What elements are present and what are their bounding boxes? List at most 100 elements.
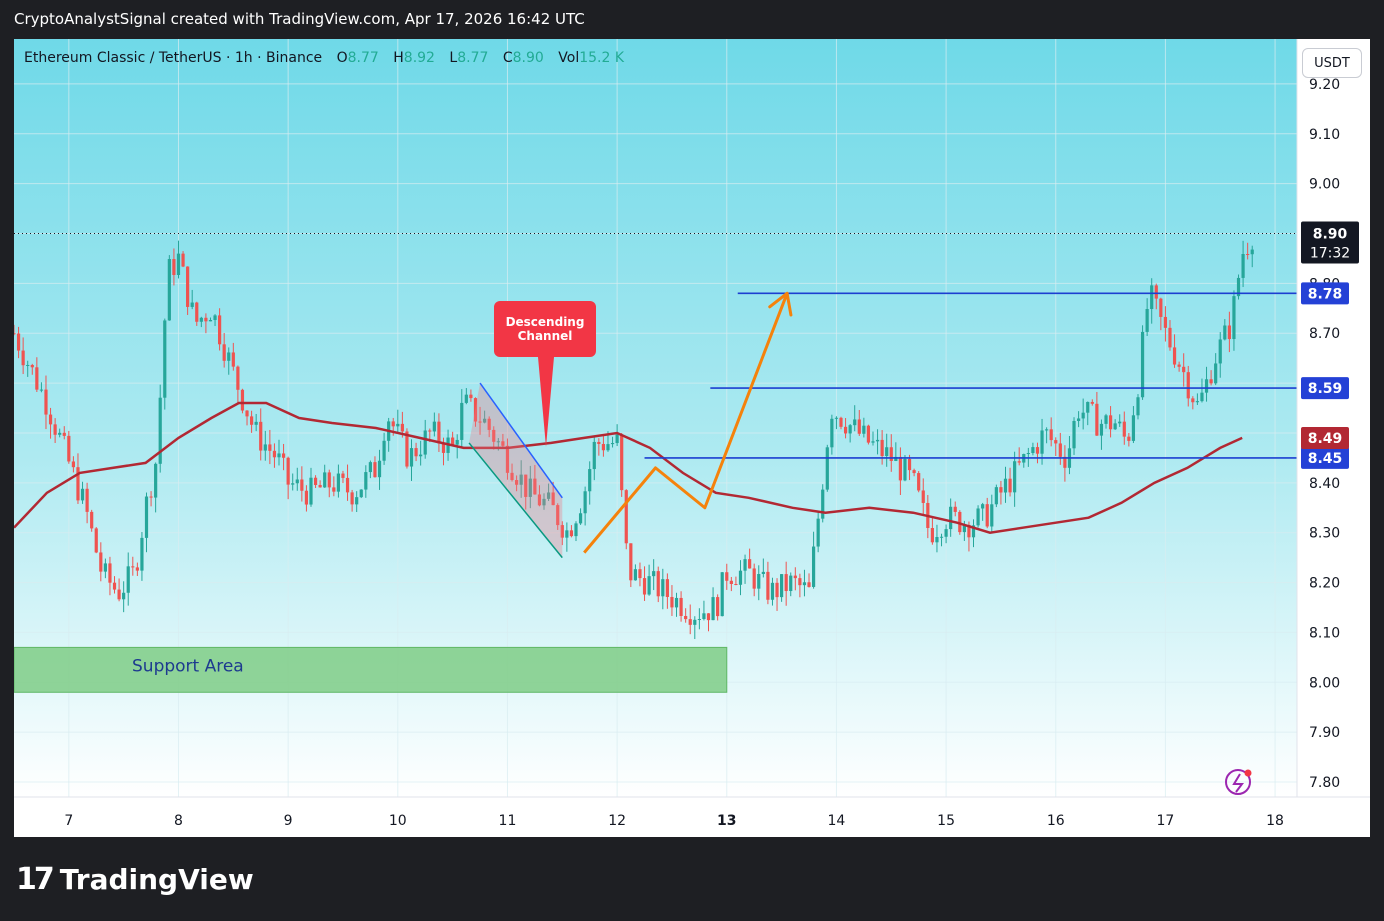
candle-body — [898, 456, 903, 481]
candle-body — [734, 583, 738, 585]
candle-body — [725, 572, 729, 581]
candle-body — [309, 477, 313, 505]
candle-body — [135, 567, 139, 571]
currency-button[interactable]: USDT — [1302, 48, 1362, 78]
candle-body — [186, 266, 190, 307]
price-tick-label: 7.80 — [1309, 775, 1340, 791]
time-tick-label: 7 — [64, 813, 73, 829]
candle-body — [917, 473, 921, 491]
candle-body — [592, 441, 596, 470]
candle-body — [761, 571, 765, 574]
candle-body — [1131, 415, 1136, 441]
candle-body — [720, 572, 724, 617]
candle-body — [140, 537, 144, 571]
candle-body — [268, 444, 272, 451]
time-axis[interactable]: 7 8 9 10 11 12 13 14 15 16 17 18 — [14, 796, 1370, 837]
candle-body — [181, 253, 185, 267]
candle-body — [460, 402, 464, 440]
candle-body — [281, 453, 286, 458]
time-tick-label: 14 — [828, 813, 846, 829]
candle-body — [249, 416, 254, 425]
price-tick-label: 8.20 — [1309, 576, 1340, 592]
time-tick-label: 16 — [1047, 813, 1065, 829]
candle-body — [921, 490, 925, 503]
candle-body — [295, 479, 299, 484]
candle-body — [126, 566, 130, 593]
candle-body — [455, 439, 459, 445]
candle-body — [469, 394, 473, 399]
candle-body — [1145, 309, 1149, 332]
notification-dot-icon — [1244, 769, 1252, 777]
volume-label: Vol — [558, 50, 580, 66]
candle-body — [1049, 429, 1053, 441]
candle-body — [843, 426, 848, 434]
candle-body — [291, 483, 295, 485]
candle-body — [62, 432, 66, 436]
chart-container[interactable]: Support Area Descending Channel 9.20 9.10 9… — [12, 39, 1370, 837]
candle-body — [318, 485, 322, 488]
time-tick-label: 15 — [937, 813, 955, 829]
candle-body — [391, 421, 395, 427]
price-chart[interactable]: Support Area DescendingChannel 9.20 9.10 9… — [12, 39, 1370, 837]
level-badge-label: 8.78 — [1308, 286, 1343, 302]
candle-body — [1026, 453, 1030, 455]
candle-body — [414, 448, 418, 457]
candle-body — [684, 615, 688, 620]
high-label: H — [393, 50, 404, 66]
candle-body — [665, 579, 669, 597]
candle-body — [1040, 430, 1044, 454]
candle-body — [752, 568, 756, 589]
candle-body — [1191, 398, 1195, 403]
candle-body — [1127, 436, 1131, 441]
candle-body — [784, 574, 788, 592]
candle-body — [830, 418, 834, 448]
candle-body — [629, 543, 633, 581]
candle-body — [944, 529, 948, 537]
candle-body — [880, 439, 884, 457]
candle-body — [565, 530, 569, 538]
candle-body — [405, 431, 409, 467]
channel-callout-line1: Descending — [506, 315, 585, 329]
candle-body — [350, 492, 354, 505]
candle-body — [638, 569, 642, 579]
candle-body — [48, 414, 53, 425]
candle-body — [889, 447, 893, 461]
countdown-label: 17:32 — [1310, 245, 1350, 261]
candle-body — [359, 489, 363, 498]
candle-body — [1177, 364, 1181, 367]
candle-body — [1031, 447, 1035, 454]
candle-body — [716, 597, 720, 617]
candle-body — [706, 613, 711, 621]
candle-body — [1095, 403, 1099, 436]
candle-body — [231, 352, 235, 367]
candle-body — [1172, 347, 1177, 365]
candle-body — [428, 430, 432, 432]
candle-body — [99, 552, 103, 572]
support-zone — [13, 646, 728, 693]
candle-body — [620, 434, 624, 491]
close-value: 8.90 — [512, 50, 544, 66]
price-axis[interactable]: 9.209.109.008.908.808.708.608.508.408.30… — [1296, 39, 1370, 797]
candle-body — [848, 425, 852, 434]
candle-body — [39, 389, 44, 391]
candle-body — [793, 575, 797, 579]
candle-body — [1154, 285, 1158, 299]
candle-body — [364, 472, 368, 490]
candle-body — [738, 570, 743, 585]
candle-body — [396, 423, 400, 427]
candle-body — [798, 578, 802, 586]
candle-body — [112, 582, 117, 590]
candle-body — [1113, 423, 1117, 430]
candle-body — [1118, 421, 1122, 424]
candle-body — [30, 364, 34, 368]
candle-body — [85, 488, 89, 512]
candle-body — [190, 302, 194, 307]
candle-body — [441, 443, 446, 453]
candle-body — [327, 472, 331, 488]
candle-body — [1214, 363, 1218, 384]
candle-body — [1054, 440, 1058, 444]
candle-body — [766, 571, 770, 600]
candle-body — [26, 364, 30, 366]
candle-body — [236, 366, 240, 390]
candle-body — [368, 462, 372, 473]
